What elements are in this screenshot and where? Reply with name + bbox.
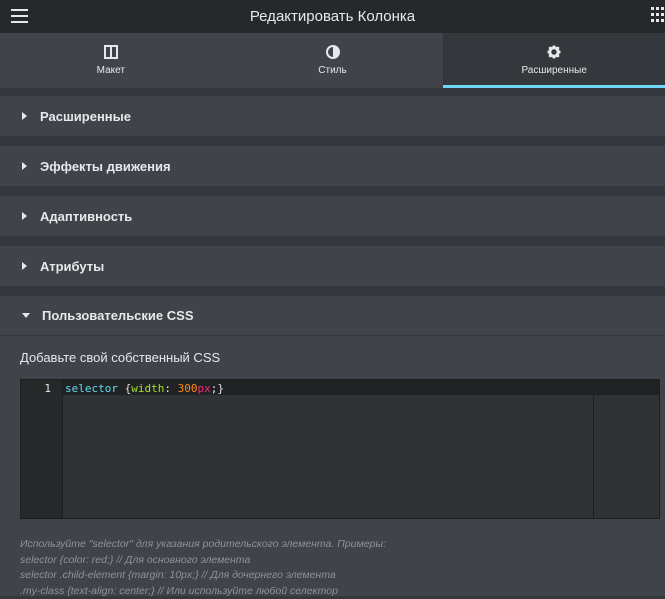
section-label: Пользовательские CSS [42, 308, 194, 323]
code-unit: px [197, 382, 210, 395]
print-margin [593, 395, 594, 518]
help-line: Используйте "selector" для указания роди… [20, 537, 386, 553]
custom-css-help: Используйте "selector" для указания роди… [20, 537, 386, 599]
section-label: Расширенные [40, 109, 131, 124]
code-end: ;} [211, 382, 224, 395]
tab-label: Макет [97, 65, 125, 76]
help-line: selector .child-element {margin: 10px;} … [20, 568, 386, 584]
section-custom-css[interactable]: Пользовательские CSS [0, 296, 665, 336]
help-line: .my-class {text-align: center;} // Или и… [20, 584, 386, 599]
code-selector: selector [65, 382, 118, 395]
section-motion-effects[interactable]: Эффекты движения [0, 146, 665, 186]
section-list: Расширенные Эффекты движения Адаптивност… [0, 96, 665, 596]
code-brace: { [118, 382, 131, 395]
code-property: width [131, 382, 164, 395]
tab-label: Расширенные [521, 65, 586, 76]
caret-right-icon [22, 162, 27, 170]
grid-icon[interactable] [651, 7, 665, 23]
line-number-gutter: 1 [21, 380, 63, 518]
section-label: Эффекты движения [40, 159, 171, 174]
tab-layout[interactable]: Макет [0, 33, 222, 88]
hamburger-icon[interactable] [11, 9, 28, 23]
layout-icon [104, 45, 118, 59]
caret-right-icon [22, 212, 27, 220]
section-responsive[interactable]: Адаптивность [0, 196, 665, 236]
section-advanced[interactable]: Расширенные [0, 96, 665, 136]
code-number: 300 [178, 382, 198, 395]
panel-title: Редактировать Колонка [250, 8, 415, 25]
custom-css-label: Добавьте свой собственный CSS [20, 350, 220, 365]
custom-css-panel: Добавьте свой собственный CSS 1 selector… [0, 336, 665, 596]
css-code-editor[interactable]: 1 selector {width: 300px;} [20, 379, 660, 519]
caret-right-icon [22, 112, 27, 120]
section-label: Адаптивность [40, 209, 132, 224]
caret-right-icon [22, 262, 27, 270]
section-attributes[interactable]: Атрибуты [0, 246, 665, 286]
tab-style[interactable]: Стиль [222, 33, 444, 88]
contrast-icon [326, 45, 340, 59]
section-label: Атрибуты [40, 259, 104, 274]
help-line: selector {color: red;} // Для основного … [20, 553, 386, 569]
code-colon: : [164, 382, 177, 395]
code-line[interactable]: selector {width: 300px;} [65, 382, 224, 395]
tab-label: Стиль [318, 65, 346, 76]
tab-advanced[interactable]: Расширенные [443, 33, 665, 88]
editor-header: Редактировать Колонка [0, 0, 665, 33]
caret-down-icon [22, 313, 30, 318]
line-number: 1 [21, 382, 51, 395]
panel-tabs: Макет Стиль Расширенные [0, 33, 665, 88]
gear-icon [547, 45, 561, 59]
